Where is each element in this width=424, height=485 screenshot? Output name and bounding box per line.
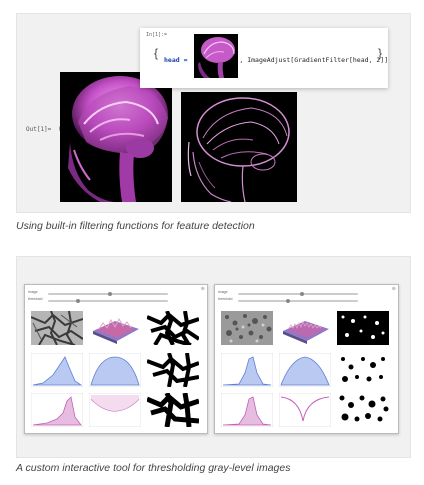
output-label: Out[1]= <box>26 126 52 133</box>
image-slider-label: image <box>28 290 38 294</box>
code-brace-close: } <box>378 46 383 60</box>
blue-histogram-plot <box>220 352 274 388</box>
3d-surface-plot <box>89 311 141 345</box>
caption-filtering: Using built-in filtering functions for f… <box>16 220 255 232</box>
binary-image <box>146 310 201 347</box>
code-suffix: , ImageAdjust[GradientFilter[head, 2]] <box>239 56 389 64</box>
mri-original-image <box>60 72 172 202</box>
threshold-slider[interactable]: threshold <box>218 297 388 304</box>
code-prefix: head = <box>164 56 192 64</box>
code-brace-open: { <box>154 46 159 60</box>
binary-image-3 <box>146 392 200 428</box>
caption-thresholding: A custom interactive tool for thresholdi… <box>16 462 291 474</box>
binary-noise-image-2 <box>337 353 389 387</box>
binary-noise-image <box>337 311 389 345</box>
binary-noise-image-3 <box>337 393 389 427</box>
input-cell[interactable]: In[1]:= { head = , ImageAdjust[GradientF… <box>140 28 388 88</box>
image-slider[interactable]: image <box>28 290 198 297</box>
threshold-slider-label: threshold <box>218 297 233 301</box>
image-slider[interactable]: image <box>218 290 388 297</box>
blue-curve-plot <box>88 352 142 388</box>
blue-curve-plot <box>278 352 332 388</box>
magenta-curve-plot <box>278 392 332 428</box>
threshold-tool-right[interactable]: ⊕ image threshold <box>214 284 399 434</box>
slider-knob[interactable] <box>108 292 112 296</box>
blue-histogram-plot <box>30 352 84 388</box>
binary-image-2 <box>146 352 200 388</box>
slider-knob[interactable] <box>286 299 290 303</box>
magenta-curve-plot <box>88 392 142 428</box>
mri-gradient-filtered-image <box>181 92 297 202</box>
head-thumbnail-image <box>194 34 238 78</box>
3d-surface-plot <box>279 311 331 345</box>
slider-knob[interactable] <box>300 292 304 296</box>
texture-image <box>30 310 84 346</box>
slider-knob[interactable] <box>76 299 80 303</box>
threshold-slider-label: threshold <box>28 297 43 301</box>
noise-texture-image <box>221 311 273 345</box>
input-label: In[1]:= <box>146 32 168 38</box>
threshold-slider[interactable]: threshold <box>28 297 198 304</box>
close-icon[interactable]: ⊕ <box>392 286 396 292</box>
image-slider-label: image <box>218 290 228 294</box>
threshold-tool-left[interactable]: ⊕ image threshold <box>24 284 208 434</box>
close-icon[interactable]: ⊕ <box>201 286 205 292</box>
magenta-histogram-plot <box>220 392 274 428</box>
magenta-histogram-plot <box>30 392 84 428</box>
